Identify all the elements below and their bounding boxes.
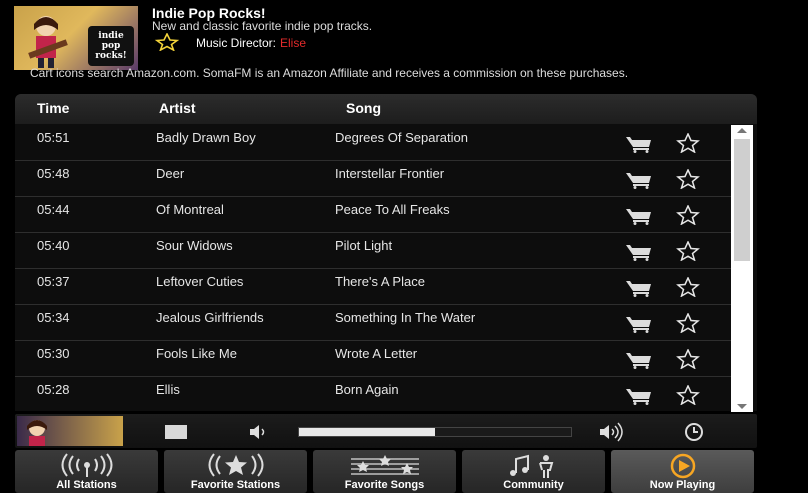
nav-community-button[interactable]: Community [462, 450, 605, 493]
row-time: 05:44 [37, 202, 70, 217]
station-description: New and classic favorite indie pop track… [152, 19, 373, 33]
favorite-song-star-icon[interactable] [675, 349, 701, 369]
scroll-down-arrow-icon[interactable] [737, 404, 747, 409]
row-artist: Deer [156, 166, 185, 181]
row-song: Wrote A Letter [335, 346, 418, 361]
player-bar [15, 414, 757, 448]
table-row: 05:40 Sour Widows Pilot Light [15, 233, 735, 269]
playlist-scrollbar[interactable] [731, 125, 753, 412]
row-time: 05:40 [37, 238, 70, 253]
affiliate-note: Cart icons search Amazon.com. SomaFM is … [30, 66, 629, 80]
nav-label: All Stations [56, 479, 117, 491]
row-song: Something In The Water [335, 310, 476, 325]
nav-label: Favorite Songs [344, 479, 425, 491]
music-director: Music Director: Elise [196, 36, 306, 50]
volume-up-icon[interactable] [598, 422, 628, 442]
row-artist: Ellis [156, 382, 180, 397]
row-song: Born Again [335, 382, 399, 397]
row-song: Degrees Of Separation [335, 130, 468, 145]
scroll-up-arrow-icon[interactable] [737, 128, 747, 133]
nav-label: Now Playing [649, 479, 716, 491]
nav-favorite-songs-button[interactable]: Favorite Songs [313, 450, 456, 493]
row-song: Pilot Light [335, 238, 393, 253]
cart-icon[interactable] [625, 351, 653, 369]
volume-down-icon[interactable] [248, 423, 268, 441]
playlist-rows: 05:51 Badly Drawn Boy Degrees Of Separatio… [15, 125, 735, 411]
row-time: 05:34 [37, 310, 70, 325]
playlist-table: Time Artist Song 05:51 Badly Drawn Boy Deg… [15, 94, 757, 411]
row-time: 05:28 [37, 382, 70, 397]
nav-favorite-stations-button[interactable]: Favorite Stations [164, 450, 307, 493]
scrollbar-thumb[interactable] [734, 139, 750, 261]
row-song: There's A Place [335, 274, 425, 289]
station-logo-badge: indie pop rocks! [88, 26, 134, 66]
table-row: 05:48 Deer Interstellar Frontier [15, 161, 735, 197]
nav-label: Favorite Stations [190, 479, 281, 491]
row-artist: Leftover Cuties [156, 274, 244, 289]
row-time: 05:30 [37, 346, 70, 361]
table-row: 05:51 Badly Drawn Boy Degrees Of Separatio… [15, 125, 735, 161]
player-station-thumbnail [17, 416, 123, 446]
cart-icon[interactable] [625, 387, 653, 405]
column-header-artist[interactable]: Artist [159, 100, 196, 116]
cart-icon[interactable] [625, 207, 653, 225]
nav-label: Community [503, 479, 564, 491]
row-time: 05:51 [37, 130, 70, 145]
table-row: 05:28 Ellis Born Again [15, 377, 735, 411]
table-row: 05:34 Jealous Girlfriends Something In The… [15, 305, 735, 341]
table-row: 05:30 Fools Like Me Wrote A Letter [15, 341, 735, 377]
table-row: 05:37 Leftover Cuties There's A Place [15, 269, 735, 305]
bottom-navigation: All Stations Favorite Stations Favorite So… [15, 450, 757, 493]
table-row: 05:44 Of Montreal Peace To All Freaks [15, 197, 735, 233]
row-artist: Jealous Girlfriends [156, 310, 264, 325]
row-time: 05:48 [37, 166, 70, 181]
column-header-song[interactable]: Song [346, 100, 381, 116]
row-song: Interstellar Frontier [335, 166, 445, 181]
cart-icon[interactable] [625, 315, 653, 333]
row-artist: Sour Widows [156, 238, 233, 253]
cart-icon[interactable] [625, 243, 653, 261]
favorite-song-star-icon[interactable] [675, 133, 701, 153]
volume-slider[interactable] [298, 427, 572, 437]
station-artwork: indie pop rocks! [14, 6, 138, 70]
row-song: Peace To All Freaks [335, 202, 450, 217]
favorite-song-star-icon[interactable] [675, 277, 701, 297]
nav-now-playing-button[interactable]: Now Playing [611, 450, 754, 493]
row-artist: Badly Drawn Boy [156, 130, 256, 145]
stop-button[interactable] [165, 425, 187, 439]
row-time: 05:37 [37, 274, 70, 289]
director-name-link[interactable]: Elise [280, 36, 306, 50]
favorite-song-star-icon[interactable] [675, 205, 701, 225]
director-label: Music Director: [196, 36, 277, 50]
station-header: indie pop rocks! Indie Pop Rocks! New an… [0, 0, 808, 95]
nav-all-stations-button[interactable]: All Stations [15, 450, 158, 493]
guitarist-illustration [28, 16, 68, 68]
volume-slider-fill [299, 428, 435, 436]
cart-icon[interactable] [625, 171, 653, 189]
favorite-song-star-icon[interactable] [675, 313, 701, 333]
favorite-station-star-icon[interactable] [154, 33, 180, 51]
sleep-timer-clock-icon[interactable] [683, 422, 705, 442]
row-artist: Fools Like Me [156, 346, 237, 361]
cart-icon[interactable] [625, 135, 653, 153]
row-artist: Of Montreal [156, 202, 224, 217]
column-header-time[interactable]: Time [37, 100, 69, 116]
thumbnail-figure-icon [27, 420, 47, 446]
table-header: Time Artist Song [15, 94, 757, 124]
favorite-song-star-icon[interactable] [675, 385, 701, 405]
favorite-song-star-icon[interactable] [675, 241, 701, 261]
cart-icon[interactable] [625, 279, 653, 297]
favorite-song-star-icon[interactable] [675, 169, 701, 189]
